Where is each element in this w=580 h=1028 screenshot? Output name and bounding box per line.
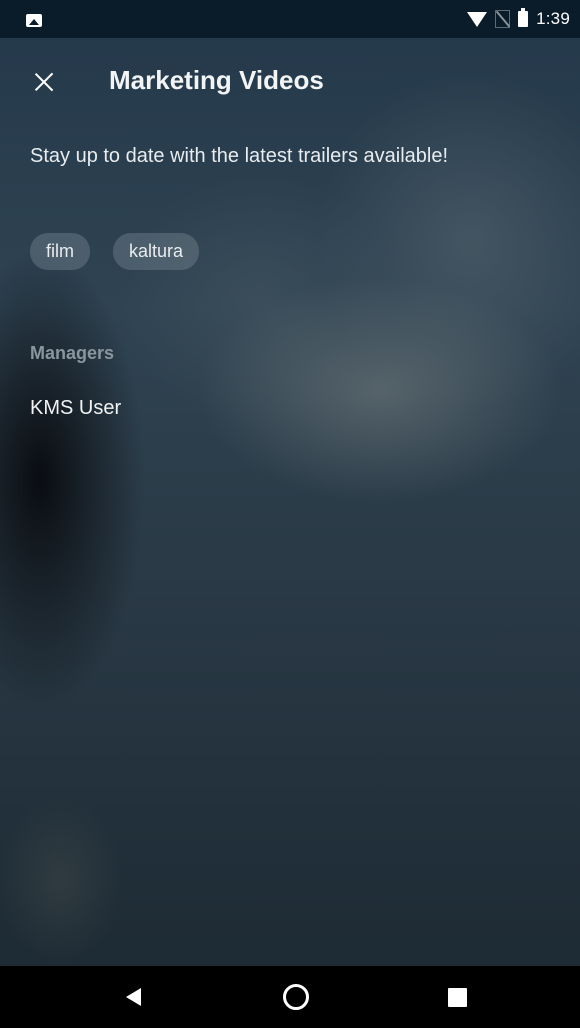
toolbar: Marketing Videos (0, 40, 580, 122)
channel-description: Stay up to date with the latest trailers… (30, 145, 449, 167)
page-title: Marketing Videos (109, 65, 324, 95)
screen: 1:39 Marketing Videos Stay up to date wi… (0, 0, 580, 1028)
managers-heading: Managers (30, 343, 115, 363)
status-bar: 1:39 (0, 0, 580, 38)
wifi-icon (467, 11, 488, 27)
close-icon (34, 72, 54, 92)
tag-kaltura[interactable]: kaltura (113, 233, 200, 270)
home-button[interactable] (281, 982, 311, 1012)
no-sim-icon (495, 10, 511, 28)
back-button[interactable] (122, 986, 144, 1008)
tag-film[interactable]: film (30, 233, 90, 270)
status-icons: 1:39 (467, 0, 570, 38)
close-button[interactable] (24, 62, 64, 102)
navigation-bar (0, 966, 580, 1028)
recent-apps-button[interactable] (446, 986, 468, 1008)
home-icon (283, 984, 309, 1010)
status-time: 1:39 (536, 9, 570, 28)
battery-icon (518, 8, 529, 27)
image-notification-icon (26, 14, 42, 27)
recent-apps-icon (447, 987, 467, 1007)
manager-item[interactable]: KMS User (30, 397, 121, 420)
back-icon (125, 988, 141, 1006)
tag-list: film kaltura (30, 233, 200, 270)
